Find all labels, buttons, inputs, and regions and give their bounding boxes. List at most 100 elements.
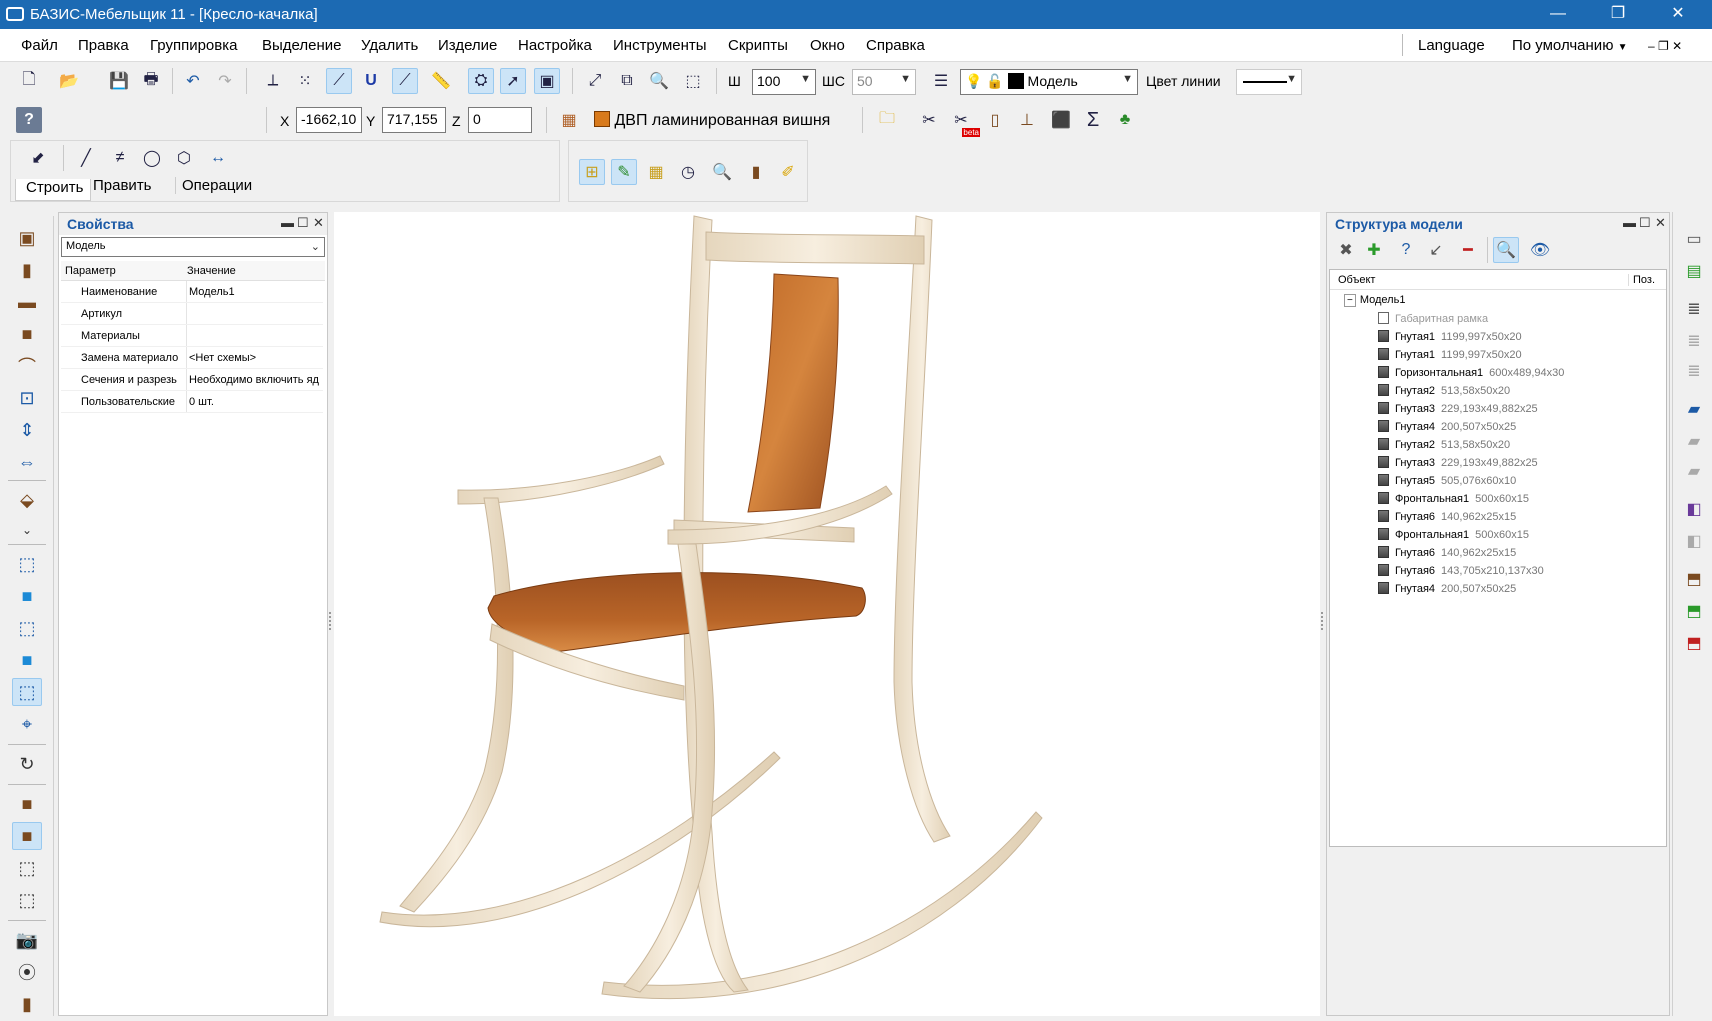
layer-select[interactable]: 💡 🔓 Модель ▼ xyxy=(960,69,1138,95)
minimize-button[interactable]: — xyxy=(1538,3,1578,25)
splitter-grip-right[interactable] xyxy=(1321,612,1325,630)
history-icon[interactable]: ◷ xyxy=(675,159,701,185)
tab-operations[interactable]: Операции xyxy=(175,177,258,194)
panel-close-icon[interactable]: ✕ xyxy=(313,215,324,231)
zoom-window-icon[interactable]: ⧉ xyxy=(614,68,640,94)
magnet-icon[interactable]: U xyxy=(358,68,384,94)
select-layers-icon[interactable]: ⛭ xyxy=(468,68,494,94)
splitter-grip-left[interactable] xyxy=(329,612,333,630)
panel-window-icon[interactable]: ▭ xyxy=(1681,226,1707,252)
cabinet-icon[interactable]: ▯ xyxy=(982,107,1008,133)
tree-item[interactable]: Гнутая4 200,507x50x25 xyxy=(1378,582,1516,600)
materials-icon[interactable]: ▮ xyxy=(743,159,769,185)
print-icon[interactable]: 🖶 xyxy=(138,68,164,94)
texture-icon[interactable]: ■ xyxy=(12,790,42,818)
tree-item[interactable]: Гнутая5 505,076x60x10 xyxy=(1378,474,1516,492)
hardware-remove-icon[interactable]: ⬒ xyxy=(1681,630,1707,656)
cutout-icon[interactable]: ◧ xyxy=(1681,496,1707,522)
cut-beta-icon[interactable]: ✂ beta xyxy=(948,107,980,137)
notes-icon[interactable]: ✐ xyxy=(775,159,801,185)
redo-icon[interactable]: ↷ xyxy=(212,68,238,94)
remove-node-icon[interactable]: ━ xyxy=(1455,237,1481,263)
prop-row-name[interactable]: Наименование Модель1 xyxy=(61,281,323,303)
prop-row-materials[interactable]: Материалы xyxy=(61,325,323,347)
grid-snap-icon[interactable]: ⁙ xyxy=(292,68,318,94)
select-pointer-icon[interactable]: ➚ xyxy=(500,68,526,94)
render-icon[interactable]: ⦿ xyxy=(12,958,42,986)
save-icon[interactable]: 💾 xyxy=(106,68,132,94)
preview-icon[interactable]: 🔍 xyxy=(709,159,735,185)
panel-minimize-icon[interactable]: ▬ xyxy=(281,215,294,230)
structure-view-icon[interactable]: ⊞ xyxy=(579,159,605,185)
table-view-icon[interactable]: ▦ xyxy=(643,159,669,185)
step-select[interactable]: 50 ▼ xyxy=(852,69,916,95)
panel-close-icon[interactable]: ✕ xyxy=(1655,215,1666,231)
profile-panel-icon[interactable]: ⬙ xyxy=(12,486,42,514)
panel-minimize-icon[interactable]: ▬ xyxy=(1623,215,1636,230)
fitting-icon[interactable]: ⊥ xyxy=(1014,107,1040,133)
menu-settings[interactable]: Настройка xyxy=(518,37,592,54)
box-icon[interactable]: ⬛ xyxy=(1048,107,1074,133)
folder-parts-icon[interactable]: 🗀 xyxy=(874,107,900,133)
fit-panel-icon[interactable]: ⊡ xyxy=(12,384,42,412)
vertical-gap-icon[interactable]: ⇕ xyxy=(12,416,42,444)
circle-tool-icon[interactable]: ◯ xyxy=(139,145,165,171)
view-projection-icon[interactable]: ⬚ xyxy=(680,68,706,94)
sum-icon[interactable]: Σ xyxy=(1080,107,1106,133)
panel-insert-icon[interactable]: ▣ xyxy=(12,224,42,252)
tree-item[interactable]: Фронтальная1 500x60x15 xyxy=(1378,528,1529,546)
tree-item[interactable]: Гнутая6 140,962x25x15 xyxy=(1378,510,1516,528)
new-file-icon[interactable]: 🗋 xyxy=(16,68,42,94)
tree-item[interactable]: Фронтальная1 500x60x15 xyxy=(1378,492,1529,510)
cube-solid-icon[interactable]: ■ xyxy=(12,582,42,610)
menu-scripts[interactable]: Скрипты xyxy=(728,37,788,54)
tree-item[interactable]: Гнутая4 200,507x50x25 xyxy=(1378,420,1516,438)
line-tool-icon[interactable]: ╱ xyxy=(73,145,99,171)
tab-edit[interactable]: Править xyxy=(93,177,152,194)
build-panel-icon[interactable]: ⬋ xyxy=(25,145,51,171)
ortho-snap-icon[interactable]: ⟋ xyxy=(326,68,352,94)
tree-item[interactable]: Гнутая2 513,58x50x20 xyxy=(1378,384,1510,402)
language-menu[interactable]: Language xyxy=(1418,37,1485,54)
tree-item[interactable]: Гнутая6 143,705x210,137x30 xyxy=(1378,564,1544,582)
menu-delete[interactable]: Удалить xyxy=(361,37,418,54)
open-folder-icon[interactable]: 📂 xyxy=(56,68,82,94)
tree-root[interactable]: − Модель1 xyxy=(1344,294,1405,312)
hardware-add-icon[interactable]: ⬒ xyxy=(1681,598,1707,624)
groove-icon[interactable]: ▰ xyxy=(1681,396,1707,422)
material-current[interactable]: ДВП ламинированная вишня xyxy=(594,111,830,130)
expand-more-icon[interactable]: ⌄ xyxy=(12,516,42,544)
panel-add-icon[interactable]: ▤ xyxy=(1681,258,1707,284)
3d-viewport[interactable] xyxy=(334,212,1320,1016)
profile-menu[interactable]: По умолчанию ▼ xyxy=(1512,37,1628,54)
vertical-panel-icon[interactable]: ▮ xyxy=(12,256,42,284)
find-in-model-icon[interactable]: 🔍 xyxy=(1493,237,1519,263)
polygon-tool-icon[interactable]: ⬡ xyxy=(171,145,197,171)
line-snap-icon[interactable]: ⟋ xyxy=(392,68,418,94)
prop-row-sections[interactable]: Сечения и разрезь Необходимо включить яд xyxy=(61,369,323,391)
front-panel-icon[interactable]: ■ xyxy=(12,320,42,348)
tab-build[interactable]: Строить xyxy=(15,179,91,201)
zoom-icon[interactable]: 🔍 xyxy=(646,68,672,94)
ruler-icon[interactable]: 📏 xyxy=(428,68,454,94)
close-button[interactable]: ✕ xyxy=(1658,3,1698,25)
menu-product[interactable]: Изделие xyxy=(438,37,497,54)
cube-shaded-icon[interactable]: ■ xyxy=(12,646,42,674)
coord-axes-icon[interactable]: ⟂ xyxy=(260,68,286,94)
x-input[interactable]: -1662,10 xyxy=(296,107,362,133)
menu-help[interactable]: Справка xyxy=(866,37,925,54)
cube-xray-icon[interactable]: ⬚ xyxy=(12,678,42,706)
tree-item[interactable]: Гнутая1 1199,997x50x20 xyxy=(1378,348,1522,366)
menu-grouping[interactable]: Группировка xyxy=(150,37,237,54)
panel-maximize-icon[interactable]: ☐ xyxy=(1639,215,1651,231)
prop-row-article[interactable]: Артикул xyxy=(61,303,323,325)
query-node-icon[interactable]: ? xyxy=(1393,237,1419,263)
edge-band-remove-icon[interactable]: ≣ xyxy=(1681,358,1707,384)
properties-view-icon[interactable]: ✎ xyxy=(611,159,637,185)
cut-icon[interactable]: ✂ xyxy=(916,107,942,133)
mdi-window-controls[interactable]: ‒ ❐ ✕ xyxy=(1648,39,1682,53)
tree-item[interactable]: Горизонтальная1 600x489,94x30 xyxy=(1378,366,1564,384)
undo-icon[interactable]: ↶ xyxy=(180,68,206,94)
edge-band-add-icon[interactable]: ≣ xyxy=(1681,328,1707,354)
menu-window[interactable]: Окно xyxy=(810,37,845,54)
